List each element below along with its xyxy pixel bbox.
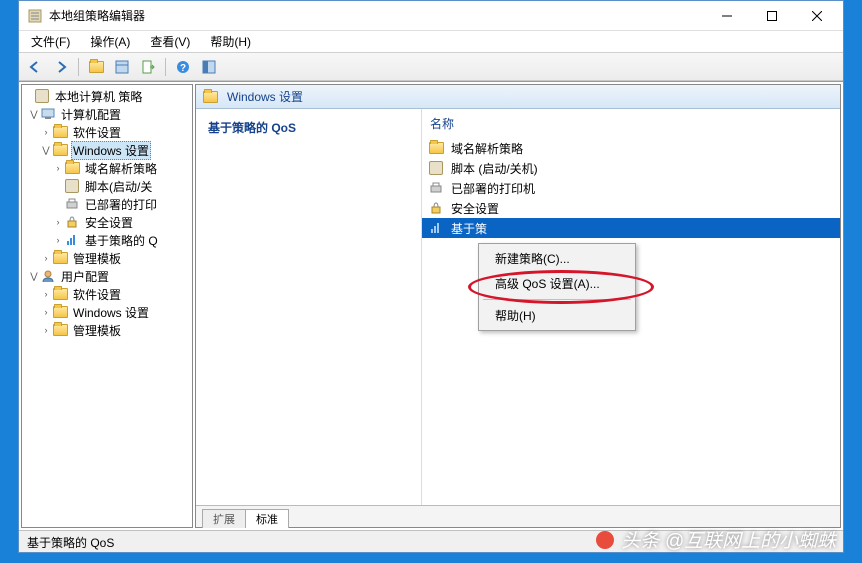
- up-button[interactable]: [84, 56, 108, 78]
- ctx-advanced-qos[interactable]: 高级 QoS 设置(A)...: [481, 271, 633, 296]
- folder-icon: [52, 286, 68, 302]
- tree-printers[interactable]: 已部署的打印: [22, 195, 192, 213]
- maximize-button[interactable]: [749, 1, 794, 30]
- tree-admin-templates[interactable]: ›管理模板: [22, 249, 192, 267]
- expand-icon[interactable]: ›: [52, 235, 64, 245]
- expand-icon[interactable]: ›: [40, 307, 52, 317]
- lock-icon: [428, 200, 444, 216]
- svg-text:?: ?: [180, 63, 186, 74]
- user-icon: [40, 268, 56, 284]
- watermark-icon: [595, 530, 615, 550]
- list-item[interactable]: 脚本 (启动/关机): [422, 158, 840, 178]
- ctx-help[interactable]: 帮助(H): [481, 303, 633, 328]
- tab-extended[interactable]: 扩展: [202, 509, 246, 528]
- list-item[interactable]: 安全设置: [422, 198, 840, 218]
- computer-icon: [40, 106, 56, 122]
- folder-icon: [89, 61, 104, 73]
- tree-root[interactable]: 本地计算机 策略: [22, 87, 192, 105]
- folder-icon: [52, 142, 68, 158]
- app-window: 本地组策略编辑器 文件(F) 操作(A) 查看(V) 帮助(H) ? 本地计算机…: [18, 0, 844, 553]
- tree-user-windows[interactable]: ›Windows 设置: [22, 303, 192, 321]
- menu-action[interactable]: 操作(A): [82, 31, 138, 52]
- expand-icon[interactable]: ›: [40, 325, 52, 335]
- tree-user-admin[interactable]: ›管理模板: [22, 321, 192, 339]
- folder-icon: [52, 250, 68, 266]
- context-menu: 新建策略(C)... 高级 QoS 设置(A)... 帮助(H): [478, 243, 636, 331]
- context-separator: [483, 299, 631, 300]
- menu-file[interactable]: 文件(F): [23, 31, 78, 52]
- tree-scripts[interactable]: 脚本(启动/关: [22, 177, 192, 195]
- collapse-icon[interactable]: ⋁: [28, 109, 40, 120]
- titlebar: 本地组策略编辑器: [19, 1, 843, 31]
- expand-icon[interactable]: ›: [52, 217, 64, 227]
- tree-pane[interactable]: 本地计算机 策略 ⋁计算机配置 ›软件设置 ⋁Windows 设置 ›域名解析策…: [21, 84, 193, 528]
- properties-button[interactable]: [110, 56, 134, 78]
- tree-security[interactable]: ›安全设置: [22, 213, 192, 231]
- list-item[interactable]: 域名解析策略: [422, 138, 840, 158]
- help-button[interactable]: ?: [171, 56, 195, 78]
- list-item-selected[interactable]: 基于策: [422, 218, 840, 238]
- expand-icon[interactable]: ›: [52, 163, 64, 173]
- tree-windows-settings[interactable]: ⋁Windows 设置: [22, 141, 192, 159]
- back-button[interactable]: [23, 56, 47, 78]
- tabs: 扩展 标准: [196, 505, 840, 527]
- export-button[interactable]: [136, 56, 160, 78]
- toolbar-separator: [78, 58, 79, 76]
- qos-icon: [64, 232, 80, 248]
- script-icon: [64, 178, 80, 194]
- script-icon: [428, 160, 444, 176]
- lock-icon: [64, 214, 80, 230]
- printer-icon: [428, 180, 444, 196]
- folder-icon: [52, 322, 68, 338]
- qos-icon: [428, 220, 444, 236]
- list-item[interactable]: 已部署的打印机: [422, 178, 840, 198]
- status-text: 基于策略的 QoS: [27, 536, 114, 550]
- tree-computer-config[interactable]: ⋁计算机配置: [22, 105, 192, 123]
- tree-user-software[interactable]: ›软件设置: [22, 285, 192, 303]
- folder-icon: [202, 89, 218, 105]
- toolbar-separator: [165, 58, 166, 76]
- column-header-name[interactable]: 名称: [422, 113, 840, 138]
- forward-button[interactable]: [49, 56, 73, 78]
- watermark: 头条 @互联网上的小蜘蛛: [595, 526, 836, 553]
- policy-icon: [34, 88, 50, 104]
- folder-icon: [64, 160, 80, 176]
- collapse-icon[interactable]: ⋁: [28, 271, 40, 282]
- window-title: 本地组策略编辑器: [49, 7, 704, 24]
- description-heading: 基于策略的 QoS: [208, 119, 409, 136]
- tab-standard[interactable]: 标准: [245, 509, 289, 528]
- folder-icon: [52, 304, 68, 320]
- expand-icon[interactable]: ›: [40, 253, 52, 263]
- breadcrumb-label: Windows 设置: [227, 88, 303, 105]
- close-button[interactable]: [794, 1, 839, 30]
- show-hide-button[interactable]: [197, 56, 221, 78]
- menu-view[interactable]: 查看(V): [142, 31, 198, 52]
- expand-icon[interactable]: ›: [40, 289, 52, 299]
- collapse-icon[interactable]: ⋁: [40, 145, 52, 156]
- folder-icon: [428, 140, 444, 156]
- folder-icon: [52, 124, 68, 140]
- tree-name-resolution[interactable]: ›域名解析策略: [22, 159, 192, 177]
- tree-qos[interactable]: ›基于策略的 Q: [22, 231, 192, 249]
- toolbar: ?: [19, 53, 843, 81]
- app-icon: [27, 8, 43, 24]
- tree-software-settings[interactable]: ›软件设置: [22, 123, 192, 141]
- menubar: 文件(F) 操作(A) 查看(V) 帮助(H): [19, 31, 843, 53]
- minimize-button[interactable]: [704, 1, 749, 30]
- printer-icon: [64, 196, 80, 212]
- ctx-new-policy[interactable]: 新建策略(C)...: [481, 246, 633, 271]
- content-area: 本地计算机 策略 ⋁计算机配置 ›软件设置 ⋁Windows 设置 ›域名解析策…: [19, 81, 843, 530]
- tree-user-config[interactable]: ⋁用户配置: [22, 267, 192, 285]
- breadcrumb: Windows 设置: [196, 85, 840, 109]
- description-panel: 基于策略的 QoS: [196, 109, 421, 505]
- expand-icon[interactable]: ›: [40, 127, 52, 137]
- menu-help[interactable]: 帮助(H): [202, 31, 259, 52]
